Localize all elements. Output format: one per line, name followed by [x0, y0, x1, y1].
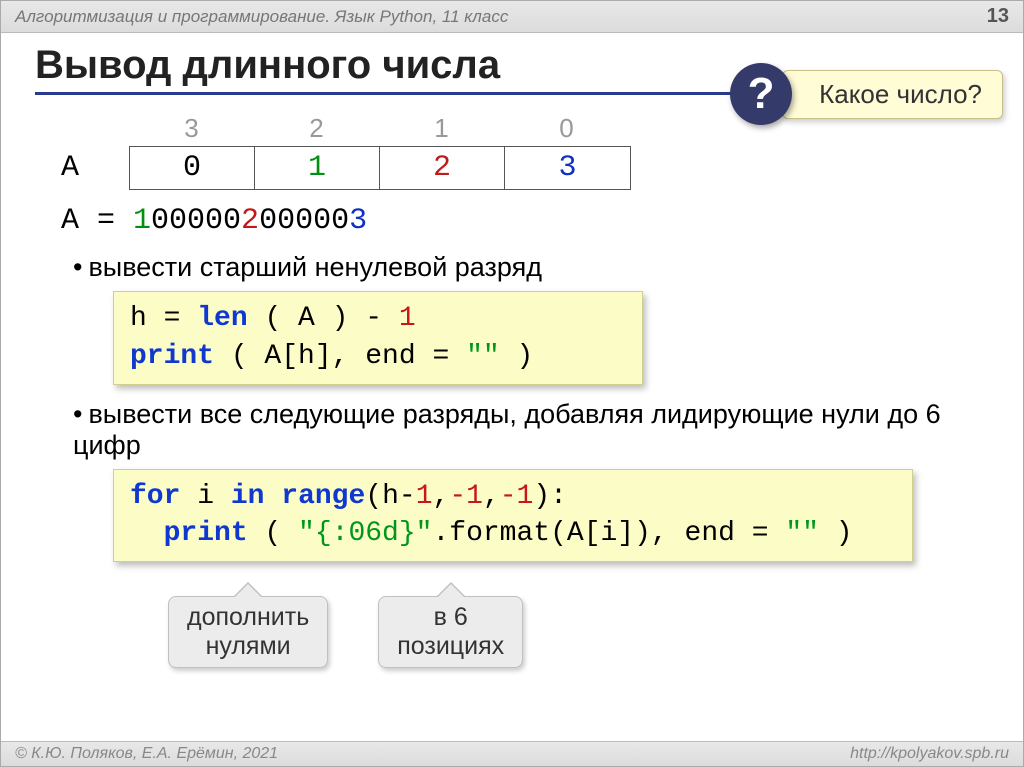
code-block-2: for i in range(h-1,-1,-1): print ( "{:06… — [113, 469, 913, 563]
question-text: Какое число? — [782, 70, 1003, 119]
eq-part: 1 — [133, 204, 151, 238]
array-index: 2 — [254, 113, 379, 144]
array-index: 1 — [379, 113, 504, 144]
code-line: print ( "{:06d}".format(A[i]), end = "" … — [130, 515, 896, 553]
annotation-pointers: дополнитьнулями в 6позициях — [113, 596, 989, 668]
eq-part: 00000 — [259, 204, 349, 238]
array-cell: 0 — [130, 147, 255, 189]
bullet-text: вывести все следующие разряды, добавляя … — [73, 399, 941, 460]
footer-bar: © К.Ю. Поляков, Е.А. Ерёмин, 2021 http:/… — [1, 741, 1023, 766]
code-line: h = len ( A ) - 1 — [130, 300, 626, 338]
bullet-text: вывести старший ненулевой разряд — [88, 252, 542, 282]
footer-url: http://kpolyakov.spb.ru — [850, 745, 1009, 763]
equation-line: A = 1000002000003 — [61, 204, 989, 238]
eq-part: 3 — [349, 204, 367, 238]
course-title: Алгоритмизация и программирование. Язык … — [15, 7, 508, 27]
array-index: 0 — [504, 113, 629, 144]
eq-part: 00000 — [151, 204, 241, 238]
array-index: 3 — [129, 113, 254, 144]
pointer-fill-zeros: дополнитьнулями — [168, 596, 328, 668]
top-bar: Алгоритмизация и программирование. Язык … — [1, 1, 1023, 33]
bullet-1: •вывести старший ненулевой разряд — [73, 252, 989, 283]
code-line: print ( A[h], end = "" ) — [130, 338, 626, 376]
pointer-six-positions: в 6позициях — [378, 596, 523, 668]
array-label: A — [51, 151, 115, 185]
array-diagram: 3 2 1 0 A 0 1 2 3 — [51, 113, 989, 190]
code-block-1: h = len ( A ) - 1 print ( A[h], end = ""… — [113, 291, 643, 385]
question-mark-icon: ? — [730, 63, 792, 125]
array-cell: 2 — [380, 147, 505, 189]
array-cell: 3 — [505, 147, 630, 189]
array-cell: 1 — [255, 147, 380, 189]
bullet-2: •вывести все следующие разряды, добавляя… — [73, 399, 989, 461]
page-number: 13 — [987, 5, 1009, 28]
eq-part: 2 — [241, 204, 259, 238]
footer-copyright: © К.Ю. Поляков, Е.А. Ерёмин, 2021 — [15, 745, 278, 763]
code-line: for i in range(h-1,-1,-1): — [130, 478, 896, 516]
eq-lhs: A = — [61, 204, 133, 238]
